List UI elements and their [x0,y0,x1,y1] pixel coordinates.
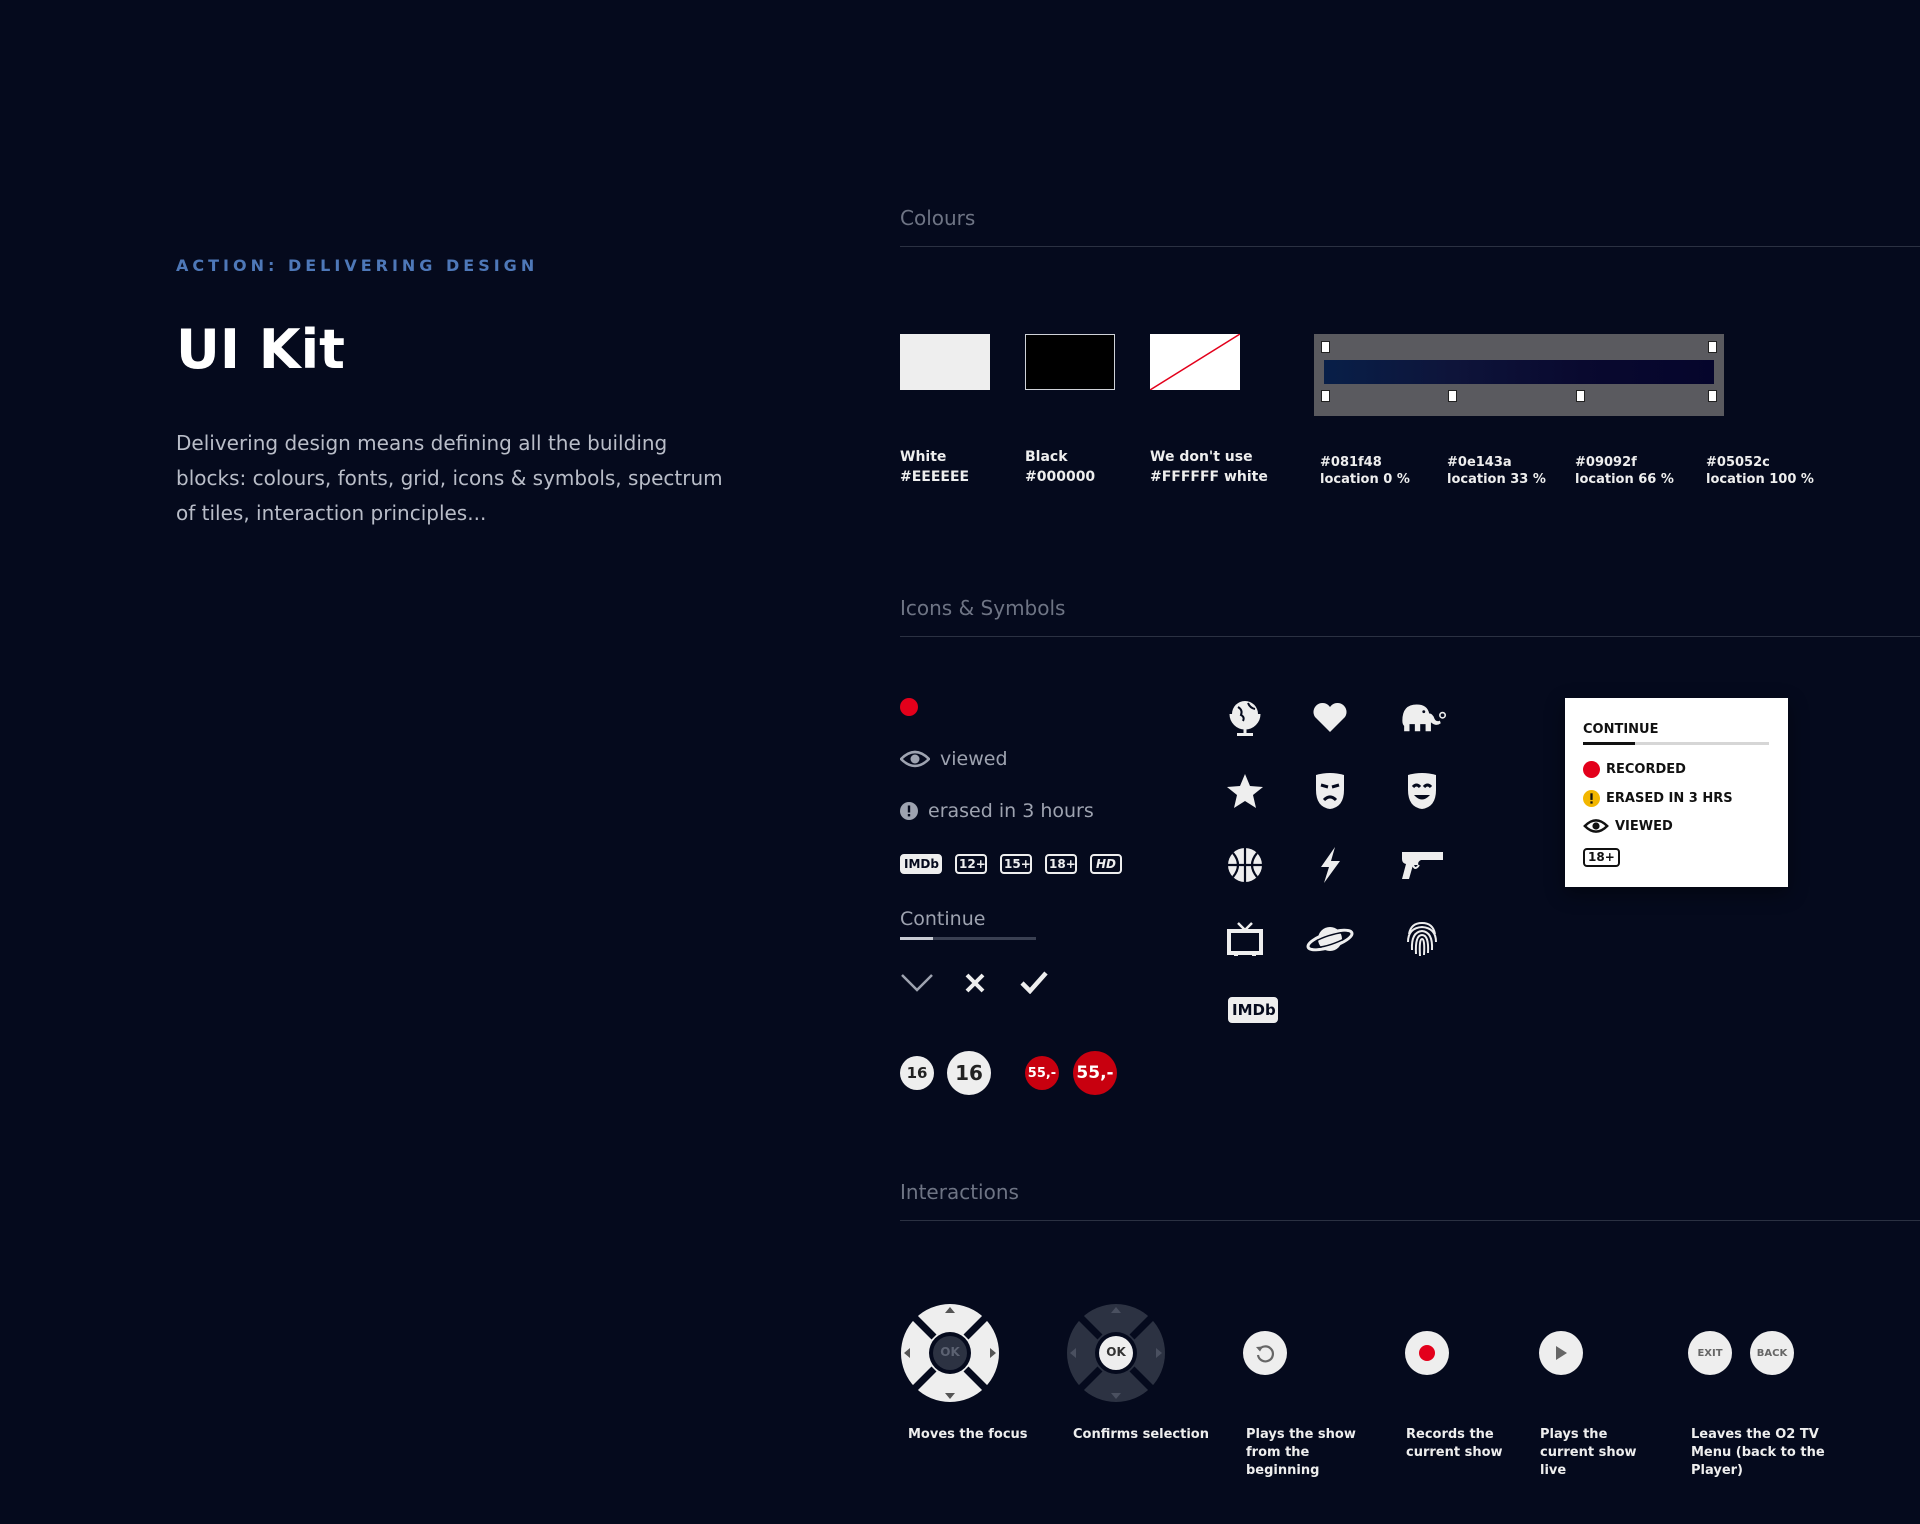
gradient-stop-label: #05052c location 100 % [1706,455,1814,487]
legend-recorded-row: RECORDED [1583,761,1686,778]
continue-label: Continue [900,908,986,930]
legend-erased-label: ERASED IN 3 HRS [1606,791,1733,806]
viewed-label: viewed [940,748,1008,770]
erased-status: erased in 3 hours [900,800,1094,822]
eye-icon [900,750,930,768]
icons-divider [900,636,1920,637]
legend-age-row: 18+ [1583,848,1620,867]
legend-title: CONTINUE [1583,722,1659,737]
comedy-mask-icon [1397,766,1447,816]
color-stop[interactable] [1448,390,1457,402]
recorded-dot-icon [1583,761,1600,778]
gradient-stop-label: #0e143a location 33 % [1447,455,1546,487]
strike-line [1150,334,1240,390]
legend-erased-row: ERASED IN 3 HRS [1583,790,1733,807]
planet-icon [1305,914,1355,964]
heart-icon [1305,692,1355,742]
globe-icon [1220,692,1270,742]
star-icon [1220,766,1270,816]
colours-section-title: Colours [900,206,976,230]
record-icon [1419,1345,1435,1361]
interaction-label: Confirms selection [1073,1427,1209,1442]
age-15-badge: 15+ [1000,854,1032,874]
age-18-badge: 18+ [1045,854,1077,874]
legend-recorded-label: RECORDED [1606,762,1686,777]
legend-progress [1583,742,1769,745]
interaction-label: Moves the focus [908,1427,1028,1442]
black-swatch-label: Black #000000 [1025,449,1096,485]
color-stop[interactable] [1321,390,1330,402]
confirm-ok-label: OK [1106,1345,1126,1359]
badge-row: IMDb 12+ 15+ 18+ HD [900,854,1122,874]
exit-button-label: EXIT [1697,1347,1723,1359]
warning-icon [1583,790,1600,807]
fingerprint-icon [1397,914,1447,964]
record-dot-icon [900,698,918,716]
channel-number-small: 16 [900,1056,934,1090]
price-badge-large: 55,- [1073,1051,1117,1095]
elephant-icon [1397,692,1447,742]
close-icon[interactable] [964,972,986,994]
restart-icon [1256,1345,1275,1363]
continue-progress-fill [900,937,933,940]
forbidden-white-swatch [1150,334,1240,390]
legend-viewed-row: VIEWED [1583,818,1673,834]
gradient-stop-label: #09092f location 66 % [1575,455,1674,487]
checkmark-icon[interactable] [1020,970,1048,994]
play-icon [1556,1346,1567,1360]
intro-text: Delivering design means defining all the… [176,431,723,525]
record-button[interactable] [1405,1331,1449,1375]
alert-icon [900,802,918,820]
interactions-section-title: Interactions [900,1180,1019,1204]
basketball-icon [1220,840,1270,890]
continue-progress [900,937,1036,940]
eye-icon [1583,819,1609,833]
colours-divider [900,246,1920,247]
imdb-badge: IMDb [900,854,942,874]
hd-badge: HD [1090,854,1122,874]
gun-icon [1397,840,1447,890]
exit-button[interactable]: EXIT [1688,1331,1732,1375]
gradient-editor [1314,334,1724,416]
chevron-down-icon[interactable] [900,972,934,994]
interaction-label: Plays the current show live [1540,1427,1637,1478]
color-stop[interactable] [1576,390,1585,402]
legend-progress-fill [1583,742,1636,745]
age-12-badge: 12+ [955,854,987,874]
back-button-label: BACK [1756,1347,1788,1359]
viewed-status: viewed [900,748,1008,770]
legend-viewed-label: VIEWED [1615,818,1673,834]
opacity-stop[interactable] [1708,341,1717,353]
interactions-divider [900,1220,1920,1221]
imdb-logo-icon: IMDb [1228,997,1278,1023]
color-stop[interactable] [1708,390,1717,402]
forbidden-swatch-label: We don't use #FFFFFF white [1150,449,1268,485]
white-swatch [900,334,990,390]
white-swatch-label: White #EEEEEE [900,449,970,485]
interaction-label: Leaves the O2 TV Menu (back to the Playe… [1691,1427,1825,1478]
restart-button[interactable] [1243,1331,1287,1375]
interaction-label: Plays the show from the beginning [1246,1427,1356,1478]
play-live-button[interactable] [1539,1331,1583,1375]
gradient-bar [1324,360,1714,384]
status-legend-card: CONTINUE RECORDED ERASED IN 3 HRS VIEWED… [1565,698,1788,887]
interaction-label: Records the current show [1406,1427,1503,1460]
eyebrow-label: ACTION: DELIVERING DESIGN [176,256,539,275]
erased-label: erased in 3 hours [928,800,1094,822]
black-swatch [1025,334,1115,390]
tragedy-mask-icon [1305,766,1355,816]
price-badge-small: 55,- [1025,1056,1059,1090]
dpad-ok-label: OK [940,1345,960,1359]
icons-section-title: Icons & Symbols [900,596,1066,620]
opacity-stop[interactable] [1321,341,1330,353]
channel-number-large: 16 [947,1051,991,1095]
lightning-icon [1305,840,1355,890]
back-button[interactable]: BACK [1750,1331,1794,1375]
legend-age-badge: 18+ [1583,848,1620,867]
tv-icon [1220,914,1270,964]
page-title: UI Kit [176,318,345,381]
gradient-stop-label: #081f48 location 0 % [1320,455,1410,487]
